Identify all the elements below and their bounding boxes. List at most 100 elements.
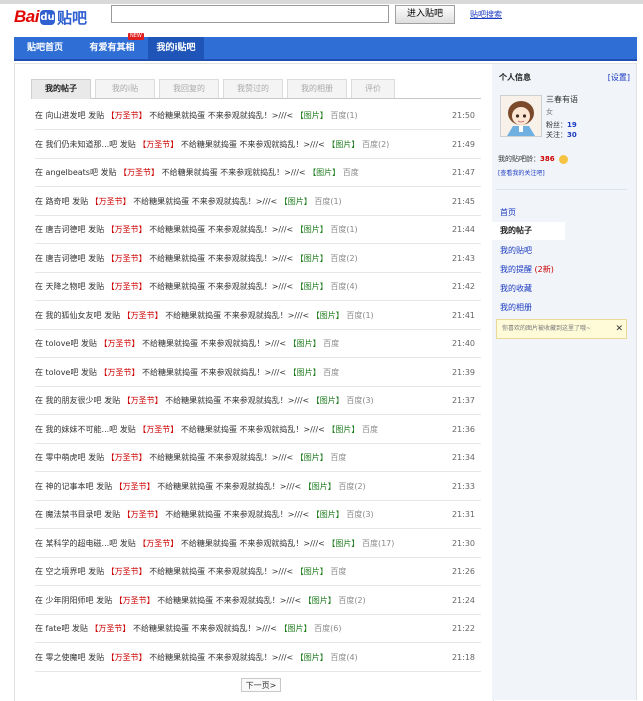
forum-link[interactable]: 魔法禁书目录吧 [46,510,102,519]
post-tag[interactable]: 【万圣节】 [107,567,147,576]
post-title[interactable]: 不给糖果就捣蛋 不来参观就捣乱！>///< [149,653,293,662]
post-tag[interactable]: 【万圣节】 [138,140,178,149]
post-tag[interactable]: 【万圣节】 [90,624,130,633]
sidebar-item-album[interactable]: 我的相册 [500,302,532,313]
publisher-link[interactable]: 百度(2) [330,254,357,263]
follow-stat[interactable]: 关注：30 [546,130,577,140]
forum-link[interactable]: 空之境界吧 [46,567,86,576]
image-link[interactable]: 【图片】 [296,111,328,120]
forum-link[interactable]: 向山进发吧 [46,111,86,120]
nav-love[interactable]: 有爱有其相 [76,37,148,59]
post-tag[interactable]: 【万圣节】 [115,596,155,605]
image-link[interactable]: 【图片】 [296,282,328,291]
username[interactable]: 三春有语 [546,94,578,105]
image-link[interactable]: 【图片】 [312,311,344,320]
tab-my-album[interactable]: 我的相册 [287,79,347,98]
forum-link[interactable]: 我们仍未知道那...吧 [46,140,118,149]
post-tag[interactable]: 【万圣节】 [107,111,147,120]
tab-my-likes[interactable]: 我赞过的 [223,79,283,98]
publisher-link[interactable]: 百度(1) [330,111,357,120]
image-link[interactable]: 【图片】 [289,339,321,348]
forum-link[interactable]: 天降之物吧 [46,282,86,291]
post-tag[interactable]: 【万圣节】 [123,311,163,320]
publisher-link[interactable]: 百度 [343,168,359,177]
forum-link[interactable]: 路奇吧 [46,197,70,206]
publisher-link[interactable]: 百度(3) [346,510,373,519]
avatar[interactable] [500,95,542,137]
publisher-link[interactable]: 百度 [362,425,378,434]
forum-link[interactable]: 少年阴阳师吧 [46,596,94,605]
post-title[interactable]: 不给糖果就捣蛋 不来参观就捣乱！>///< [162,168,306,177]
post-title[interactable]: 不给糖果就捣蛋 不来参观就捣乱！>///< [149,453,293,462]
forum-link[interactable]: fate吧 [46,624,70,633]
publisher-link[interactable]: 百度(3) [346,396,373,405]
post-title[interactable]: 不给糖果就捣蛋 不来参观就捣乱！>///< [157,596,301,605]
image-link[interactable]: 【图片】 [327,539,359,548]
post-title[interactable]: 不给糖果就捣蛋 不来参观就捣乱！>///< [165,510,309,519]
post-tag[interactable]: 【万圣节】 [107,282,147,291]
image-link[interactable]: 【图片】 [312,510,344,519]
post-title[interactable]: 不给糖果就捣蛋 不来参观就捣乱！>///< [149,282,293,291]
post-tag[interactable]: 【万圣节】 [119,168,159,177]
publisher-link[interactable]: 百度(17) [362,539,394,548]
nav-home[interactable]: 贴吧首页 [14,37,76,59]
image-link[interactable]: 【图片】 [296,453,328,462]
publisher-link[interactable]: 百度(4) [330,653,357,662]
forum-link[interactable]: tolove吧 [46,339,79,348]
forum-link[interactable]: 神的记事本吧 [46,482,94,491]
sidebar-item-my-forums[interactable]: 我的贴吧 [500,245,532,256]
post-title[interactable]: 不给糖果就捣蛋 不来参观就捣乱！>///< [149,254,293,263]
image-link[interactable]: 【图片】 [308,168,340,177]
image-link[interactable]: 【图片】 [304,596,336,605]
publisher-link[interactable]: 百度 [323,368,339,377]
forum-search-link[interactable]: 贴吧搜索 [470,9,502,20]
post-tag[interactable]: 【万圣节】 [107,453,147,462]
image-link[interactable]: 【图片】 [296,567,328,576]
post-title[interactable]: 不给糖果就捣蛋 不来参观就捣乱！>///< [133,197,277,206]
fans-stat[interactable]: 粉丝：19 [546,120,577,130]
baidu-tieba-logo[interactable]: Bai du 贴吧 [14,7,87,27]
post-tag[interactable]: 【万圣节】 [99,339,139,348]
post-title[interactable]: 不给糖果就捣蛋 不来参观就捣乱！>///< [181,140,325,149]
search-input[interactable] [111,5,389,23]
sidebar-item-favorites[interactable]: 我的收藏 [500,283,532,294]
post-tag[interactable]: 【万圣节】 [138,539,178,548]
publisher-link[interactable]: 百度(2) [338,482,365,491]
image-link[interactable]: 【图片】 [280,624,312,633]
image-link[interactable]: 【图片】 [296,254,328,263]
sidebar-item-my-posts[interactable]: 我的帖子 [492,222,565,240]
nav-my-tieba[interactable]: 我的i贴吧 [148,37,204,59]
post-title[interactable]: 不给糖果就捣蛋 不来参观就捣乱！>///< [142,339,286,348]
post-title[interactable]: 不给糖果就捣蛋 不来参观就捣乱！>///< [181,425,325,434]
post-tag[interactable]: 【万圣节】 [91,197,131,206]
publisher-link[interactable]: 百度 [330,453,346,462]
post-title[interactable]: 不给糖果就捣蛋 不来参观就捣乱！>///< [142,368,286,377]
tab-my-posts[interactable]: 我的帖子 [31,79,91,99]
post-title[interactable]: 不给糖果就捣蛋 不来参观就捣乱！>///< [181,539,325,548]
publisher-link[interactable]: 百度(2) [338,596,365,605]
publisher-link[interactable]: 百度(6) [314,624,341,633]
forum-link[interactable]: 唐吉诃德吧 [46,225,86,234]
tab-my-i[interactable]: 我的i贴 [95,79,155,98]
close-icon[interactable]: ✕ [615,320,623,338]
post-tag[interactable]: 【万圣节】 [107,225,147,234]
sidebar-item-reminders[interactable]: 我的提醒 (2新) [500,264,554,275]
sidebar-item-home[interactable]: 首页 [500,207,516,218]
image-link[interactable]: 【图片】 [296,225,328,234]
forum-link[interactable]: 某科学的超电磁...吧 [46,539,118,548]
post-tag[interactable]: 【万圣节】 [138,425,178,434]
post-tag[interactable]: 【万圣节】 [115,482,155,491]
forum-link[interactable]: angelbeats吧 [46,168,98,177]
forum-link[interactable]: 唐吉诃德吧 [46,254,86,263]
post-tag[interactable]: 【万圣节】 [99,368,139,377]
image-link[interactable]: 【图片】 [289,368,321,377]
post-title[interactable]: 不给糖果就捣蛋 不来参观就捣乱！>///< [157,482,301,491]
image-link[interactable]: 【图片】 [296,653,328,662]
image-link[interactable]: 【图片】 [280,197,312,206]
forum-link[interactable]: 我的妹妹不可能...吧 [46,425,118,434]
publisher-link[interactable]: 百度(1) [314,197,341,206]
post-title[interactable]: 不给糖果就捣蛋 不来参观就捣乱！>///< [133,624,277,633]
post-tag[interactable]: 【万圣节】 [123,510,163,519]
enter-forum-button[interactable]: 进入贴吧 [395,5,455,24]
tab-rating[interactable]: 评价 [351,79,395,98]
